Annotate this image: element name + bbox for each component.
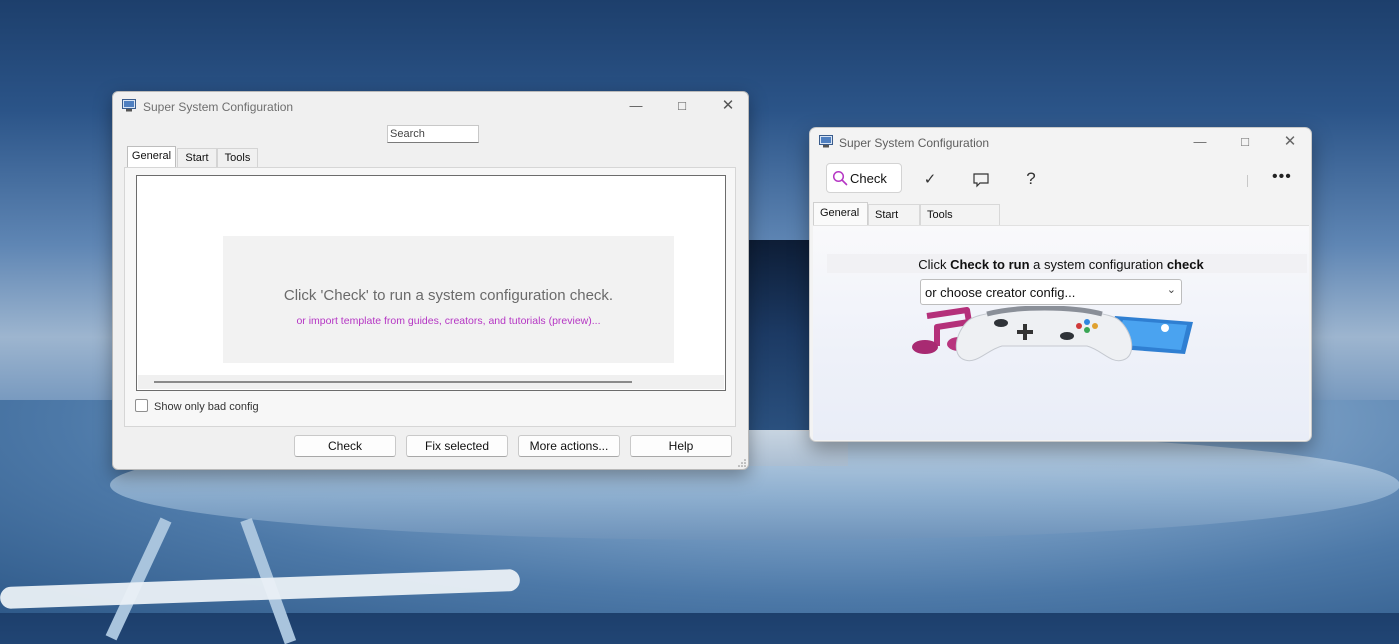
window-title: Super System Configuration xyxy=(143,100,294,114)
help-icon[interactable]: ? xyxy=(1021,169,1041,189)
scrollbar-thumb[interactable] xyxy=(154,381,632,383)
horizontal-scrollbar[interactable] xyxy=(138,375,724,389)
chevron-down-icon: ⌄ xyxy=(1166,284,1176,296)
search-input[interactable]: Search xyxy=(387,125,479,143)
checkmark-icon[interactable]: ✓ xyxy=(920,170,940,188)
minimize-button[interactable]: — xyxy=(1189,132,1211,152)
general-panel: Click 'Check' to run a system configurat… xyxy=(124,167,736,427)
app-icon xyxy=(819,135,833,148)
tab-start[interactable]: Start xyxy=(177,148,217,167)
gaming-illustration-icon xyxy=(912,306,1193,362)
modern-config-window: Super System Configuration — □ ✕ Check ✓… xyxy=(809,127,1312,442)
search-icon xyxy=(832,170,848,186)
creator-config-select[interactable]: or choose creator config... ⌄ xyxy=(920,279,1182,305)
check-button[interactable]: Check xyxy=(826,163,902,193)
tab-general[interactable]: General xyxy=(813,202,868,225)
maximize-button[interactable]: □ xyxy=(1234,132,1256,152)
check-button-label: Check xyxy=(850,171,887,186)
fix-selected-button[interactable]: Fix selected xyxy=(406,435,508,457)
app-icon xyxy=(122,99,136,112)
close-button[interactable]: ✕ xyxy=(1279,132,1301,152)
show-bad-config-checkbox[interactable] xyxy=(135,399,148,412)
toolbar-separator xyxy=(1247,175,1248,187)
close-button[interactable]: ✕ xyxy=(717,96,739,116)
title-bar[interactable]: Super System Configuration — □ ✕ xyxy=(810,128,1311,158)
resize-grip-icon[interactable] xyxy=(738,459,746,467)
more-options-icon[interactable]: ••• xyxy=(1272,168,1292,186)
maximize-button[interactable]: □ xyxy=(671,96,693,116)
show-bad-config-option[interactable]: Show only bad config xyxy=(135,399,259,413)
classic-config-window: Super System Configuration — □ ✕ Search … xyxy=(112,91,749,470)
config-list[interactable]: Click 'Check' to run a system configurat… xyxy=(136,175,726,391)
more-actions-button[interactable]: More actions... xyxy=(518,435,620,457)
tab-tools[interactable]: Tools xyxy=(217,148,258,167)
show-bad-config-label: Show only bad config xyxy=(154,401,259,413)
general-content: Click Check to run a system configuratio… xyxy=(813,225,1309,440)
title-bar[interactable]: Super System Configuration — □ ✕ xyxy=(113,92,748,122)
minimize-button[interactable]: — xyxy=(625,96,647,116)
creator-config-value: or choose creator config... xyxy=(925,285,1076,300)
tab-general[interactable]: General xyxy=(127,146,176,167)
headline-text: Click Check to run a system configuratio… xyxy=(918,257,1204,272)
tab-start[interactable]: Start xyxy=(868,204,920,225)
import-template-link[interactable]: or import template from guides, creators… xyxy=(223,315,674,327)
empty-state: Click 'Check' to run a system configurat… xyxy=(223,236,674,363)
empty-state-message: Click 'Check' to run a system configurat… xyxy=(283,287,614,304)
help-button[interactable]: Help xyxy=(630,435,732,457)
comment-icon[interactable] xyxy=(971,171,991,189)
check-button[interactable]: Check xyxy=(294,435,396,457)
tab-tools[interactable]: Tools xyxy=(920,204,1000,225)
window-title: Super System Configuration xyxy=(839,136,990,150)
